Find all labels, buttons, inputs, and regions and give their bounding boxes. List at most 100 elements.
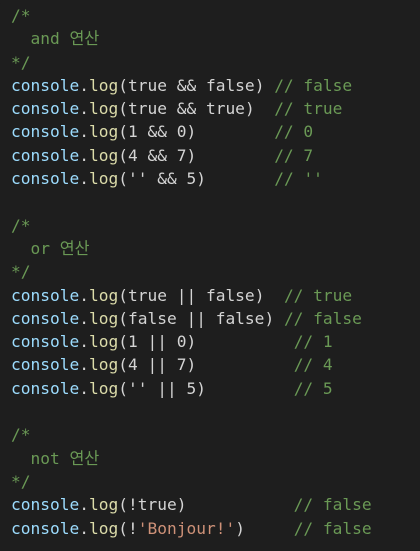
code-line[interactable]: console.log(1 && 0) // 0: [11, 120, 420, 143]
code-line[interactable]: console.log(!true) // false: [11, 493, 420, 516]
result-comment: // false: [283, 308, 362, 328]
result-comment: // 0: [274, 122, 314, 142]
result-comment: // 4: [293, 355, 333, 375]
open-paren: (: [118, 75, 128, 95]
expression: 1 || 0: [127, 332, 187, 352]
log-function: log: [88, 75, 119, 95]
log-function: log: [88, 332, 119, 352]
expression: 4 || 7: [127, 355, 187, 375]
open-paren: (: [118, 518, 128, 538]
padding: [264, 286, 284, 305]
dot: .: [79, 285, 89, 305]
open-paren: (: [118, 169, 128, 189]
open-paren: (: [118, 285, 128, 305]
string-literal: 'Bonjour!': [137, 518, 236, 538]
close-paren: ): [244, 99, 255, 119]
console-object: console: [11, 169, 80, 189]
open-paren: (: [118, 495, 128, 515]
padding: [245, 519, 294, 538]
log-function: log: [88, 145, 119, 165]
code-line[interactable]: console.log(!'Bonjour!') // false: [11, 517, 420, 540]
dot: .: [79, 99, 89, 119]
log-function: log: [88, 308, 119, 328]
code-line[interactable]: console.log(false || false) // false: [11, 307, 420, 330]
code-line[interactable]: console.log('' || 5) // 5: [11, 377, 420, 400]
console-object: console: [11, 75, 80, 95]
log-function: log: [88, 495, 119, 515]
log-function: log: [88, 169, 119, 189]
code-line[interactable]: console.log(1 || 0) // 1: [11, 330, 420, 353]
result-comment: // '': [274, 169, 323, 189]
open-paren: (: [118, 378, 128, 398]
padding: [274, 309, 284, 328]
expression: true && true: [127, 99, 245, 119]
open-paren: (: [118, 122, 128, 142]
code-line[interactable]: console.log('' && 5) // '': [11, 167, 420, 190]
comment-title-or: or 연산: [11, 238, 90, 258]
console-object: console: [11, 308, 80, 328]
close-paren: ): [196, 378, 206, 398]
close-paren: ): [196, 169, 206, 189]
log-function: log: [88, 122, 119, 142]
result-comment: // false: [293, 495, 372, 515]
comment-close: */: [11, 52, 31, 72]
padding: [206, 169, 274, 188]
result-comment: // true: [283, 285, 353, 305]
open-paren: (: [118, 332, 128, 352]
dot: .: [79, 169, 89, 189]
result-comment: // false: [293, 518, 372, 538]
close-paren: ): [176, 495, 187, 515]
comment-title-not: not 연산: [11, 448, 100, 468]
padding: [255, 99, 275, 118]
close-paren: ): [186, 355, 197, 375]
expression: 1 && 0: [127, 122, 187, 142]
expression: true && false: [127, 75, 255, 95]
padding: [186, 495, 293, 514]
padding: [264, 76, 274, 95]
comment-open: /*: [11, 215, 31, 235]
close-paren: ): [254, 75, 265, 95]
padding: [196, 332, 293, 351]
expression: !true: [127, 495, 177, 515]
comment-open: /*: [11, 425, 31, 445]
close-paren: ): [254, 285, 265, 305]
code-line[interactable]: console.log(true && true) // true: [11, 97, 420, 120]
console-object: console: [11, 145, 80, 165]
code-line[interactable]: console.log(4 || 7) // 4: [11, 353, 420, 376]
console-object: console: [11, 518, 80, 538]
result-comment: // 1: [293, 332, 333, 352]
dot: .: [79, 378, 89, 398]
dot: .: [79, 355, 89, 375]
close-paren: ): [264, 308, 275, 328]
expression: 4 && 7: [127, 145, 187, 165]
expression: '' && 5: [127, 169, 197, 189]
dot: .: [79, 332, 89, 352]
console-object: console: [11, 99, 80, 119]
open-paren: (: [118, 145, 128, 165]
open-paren: (: [118, 308, 128, 328]
padding: [196, 355, 293, 374]
padding: [196, 122, 274, 141]
close-paren: ): [186, 145, 197, 165]
console-object: console: [11, 285, 80, 305]
console-object: console: [11, 378, 80, 398]
dot: .: [79, 122, 89, 142]
dot: .: [79, 518, 89, 538]
console-object: console: [11, 495, 80, 515]
dot: .: [79, 308, 89, 328]
open-paren: (: [118, 355, 128, 375]
comment-title-and: and 연산: [11, 29, 100, 49]
code-line[interactable]: console.log(4 && 7) // 7: [11, 144, 420, 167]
code-editor[interactable]: /* and 연산 */ console.log(true && false) …: [0, 0, 420, 551]
result-comment: // false: [274, 75, 353, 95]
console-object: console: [11, 355, 80, 375]
code-line[interactable]: console.log(true && false) // false: [11, 74, 420, 97]
console-object: console: [11, 122, 80, 142]
not-operator: !: [127, 518, 138, 538]
log-function: log: [88, 99, 119, 119]
code-line[interactable]: console.log(true || false) // true: [11, 284, 420, 307]
expression: false || false: [127, 308, 265, 328]
comment-close: */: [11, 262, 31, 282]
